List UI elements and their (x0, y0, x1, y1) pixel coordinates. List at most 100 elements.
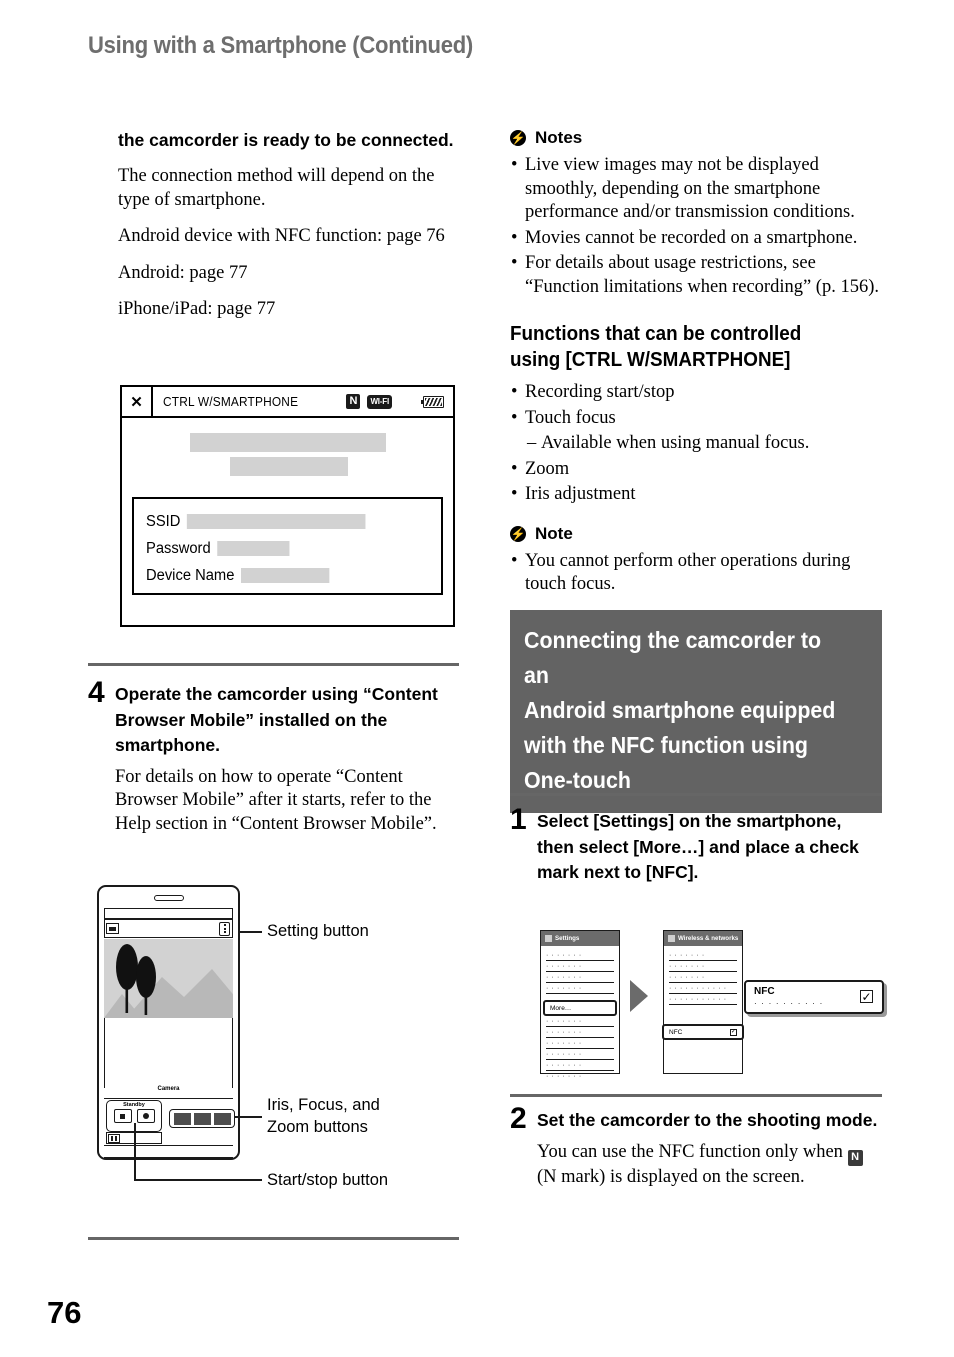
step-4-heading: Operate the camcorder using “Content Bro… (115, 684, 438, 755)
placeholder-bar-1 (190, 433, 386, 452)
list-item: · · · · · · · (546, 950, 614, 961)
list-item: Live view images may not be displayed sm… (510, 154, 882, 225)
left-column: the camcorder is ready to be connected. … (118, 128, 460, 322)
n-mark-icon: N (346, 394, 361, 409)
notes-heading-label: Notes (535, 128, 583, 147)
ssid-label: SSID (146, 512, 181, 530)
banner-line-3: with the NFC function using (524, 732, 808, 758)
stop-button-icon[interactable] (113, 1109, 132, 1123)
setting-button-icon[interactable] (219, 921, 230, 936)
settings-gear-icon (545, 935, 552, 942)
note-heading: ⚡ Note (510, 524, 882, 544)
arrow-right-icon (630, 980, 648, 1012)
device-name-label: Device Name (146, 566, 235, 584)
focus-button-icon[interactable] (193, 1112, 211, 1125)
android-settings-screen: Settings · · · · · · · · · · · · · · · ·… (540, 930, 620, 1080)
network-info-box: SSID Password Device Name (132, 497, 443, 595)
list-icon[interactable] (106, 923, 119, 934)
list-item: Movies cannot be recorded on a smartphon… (510, 227, 882, 251)
speaker-icon (153, 895, 184, 901)
list-item: Available when using manual focus. (510, 432, 882, 456)
leader-line-startstop-v (134, 1123, 136, 1181)
banner-line-1: Connecting the camcorder to an (524, 627, 822, 688)
nfc-menu-item[interactable]: NFC ✓ (662, 1024, 744, 1040)
more-menu-item[interactable]: More… (543, 1000, 617, 1016)
section-rule-left-bottom (88, 1237, 459, 1240)
camcorder-screen-illustration: ✕ CTRL W/SMARTPHONE N WI-FI SSID Passwor… (120, 385, 455, 627)
ssid-row: SSID (146, 508, 415, 535)
list-item: · · · · · · · (546, 1027, 614, 1038)
camcorder-title-bar: ✕ CTRL W/SMARTPHONE N WI-FI (122, 387, 453, 418)
list-item: Touch focus (510, 407, 882, 431)
left-paragraph-4: iPhone/iPad: page 77 (118, 299, 276, 319)
section-rule-right-top (510, 793, 882, 796)
wifi-icon: WI-FI (367, 394, 392, 409)
step-2-body-before: You can use the NFC function only when (537, 1142, 843, 1162)
battery-icon (421, 395, 444, 408)
device-name-row: Device Name (146, 562, 415, 589)
manual-page: Using with a Smartphone (Continued) the … (0, 0, 954, 1357)
note-badge-icon: ⚡ (510, 130, 526, 146)
section-rule-left-top (88, 663, 459, 666)
android-settings-diagram: Settings · · · · · · · · · · · · · · · ·… (540, 925, 885, 1080)
step-2-body-after: (N mark) is displayed on the screen. (537, 1166, 805, 1187)
zoom-button-icon[interactable] (213, 1112, 231, 1125)
pause-icon[interactable] (108, 1133, 120, 1143)
step-4-body: For details on how to operate “Content B… (115, 766, 437, 834)
list-item: For details about usage restrictions, se… (510, 252, 882, 299)
record-button-icon[interactable] (136, 1109, 155, 1123)
camcorder-screen-title: CTRL W/SMARTPHONE (163, 394, 299, 409)
list-item: · · · · · · · (546, 983, 614, 994)
section-banner: Connecting the camcorder to an Android s… (510, 610, 882, 813)
close-icon[interactable]: ✕ (122, 387, 153, 416)
android-settings-title: Settings (555, 935, 580, 942)
note-list: You cannot perform other operations duri… (510, 550, 882, 597)
step-2-body: You can use the NFC function only when N… (537, 1141, 882, 1189)
leader-line-setting (240, 931, 262, 933)
camcorder-screen: ✕ CTRL W/SMARTPHONE N WI-FI SSID Passwor… (120, 385, 455, 627)
list-item: Iris adjustment (510, 483, 882, 507)
nfc-menu-label: NFC (669, 1028, 683, 1036)
leader-line-startstop-h (134, 1179, 262, 1181)
more-menu-label: More… (550, 1004, 572, 1012)
iris-button-icon[interactable] (173, 1112, 191, 1125)
android-wireless-header: Wireless & networks (664, 931, 742, 946)
step-1-heading: Select [Settings] on the smartphone, the… (537, 811, 859, 882)
list-item: You cannot perform other operations duri… (510, 550, 882, 597)
step-1-number: 1 (510, 803, 527, 836)
step-1: 1 Select [Settings] on the smartphone, t… (510, 805, 882, 886)
callout-iris-focus-zoom: Iris, Focus, and Zoom buttons (267, 1096, 380, 1136)
step-2-number: 2 (510, 1102, 527, 1135)
camera-section-label: Camera (104, 1086, 233, 1099)
notes-list: Live view images may not be displayed sm… (510, 154, 882, 299)
settings-gear-icon (668, 935, 675, 942)
right-column: ⚡ Notes Live view images may not be disp… (510, 128, 882, 599)
list-item: · · · · · · · (669, 961, 737, 972)
functions-list: Recording start/stop Touch focus Availab… (510, 381, 882, 507)
left-paragraph-3: Android: page 77 (118, 262, 248, 283)
standby-buttons (113, 1109, 155, 1123)
iris-focus-zoom-buttons[interactable] (169, 1109, 235, 1128)
smartphone-body: Camera Standby (97, 885, 240, 1160)
banner-line-2: Android smartphone equipped (524, 697, 836, 723)
list-item: · · · · · · · (546, 1038, 614, 1049)
section-rule-right-bottom (510, 1094, 882, 1097)
phone-app-toolbar (104, 919, 233, 938)
callout-start-stop: Start/stop button (267, 1171, 389, 1189)
functions-heading: Functions that can be controlled using [… (510, 322, 802, 371)
camcorder-status-icons: N WI-FI (346, 394, 453, 409)
list-item: · · · · · · · (546, 1016, 614, 1027)
ssid-value (187, 514, 366, 529)
list-item: · · · · · · · (546, 1072, 582, 1080)
device-name-value (241, 568, 330, 583)
nfc-callout-subtext: · · · · · · · · · · (754, 999, 824, 1008)
nfc-checkbox[interactable]: ✓ (730, 1028, 737, 1036)
note-heading-label: Note (535, 523, 573, 543)
page-running-head: Using with a Smartphone (Continued) (88, 32, 473, 59)
left-paragraph-2: Android device with NFC function: page 7… (118, 226, 445, 246)
nfc-callout-checkbox[interactable]: ✓ (860, 990, 873, 1003)
live-view-image (104, 939, 233, 1018)
list-item: · · · · · · · (546, 961, 614, 972)
nfc-callout-title: NFC (754, 986, 775, 997)
android-wireless-screen: Wireless & networks · · · · · · · · · · … (662, 930, 744, 1074)
